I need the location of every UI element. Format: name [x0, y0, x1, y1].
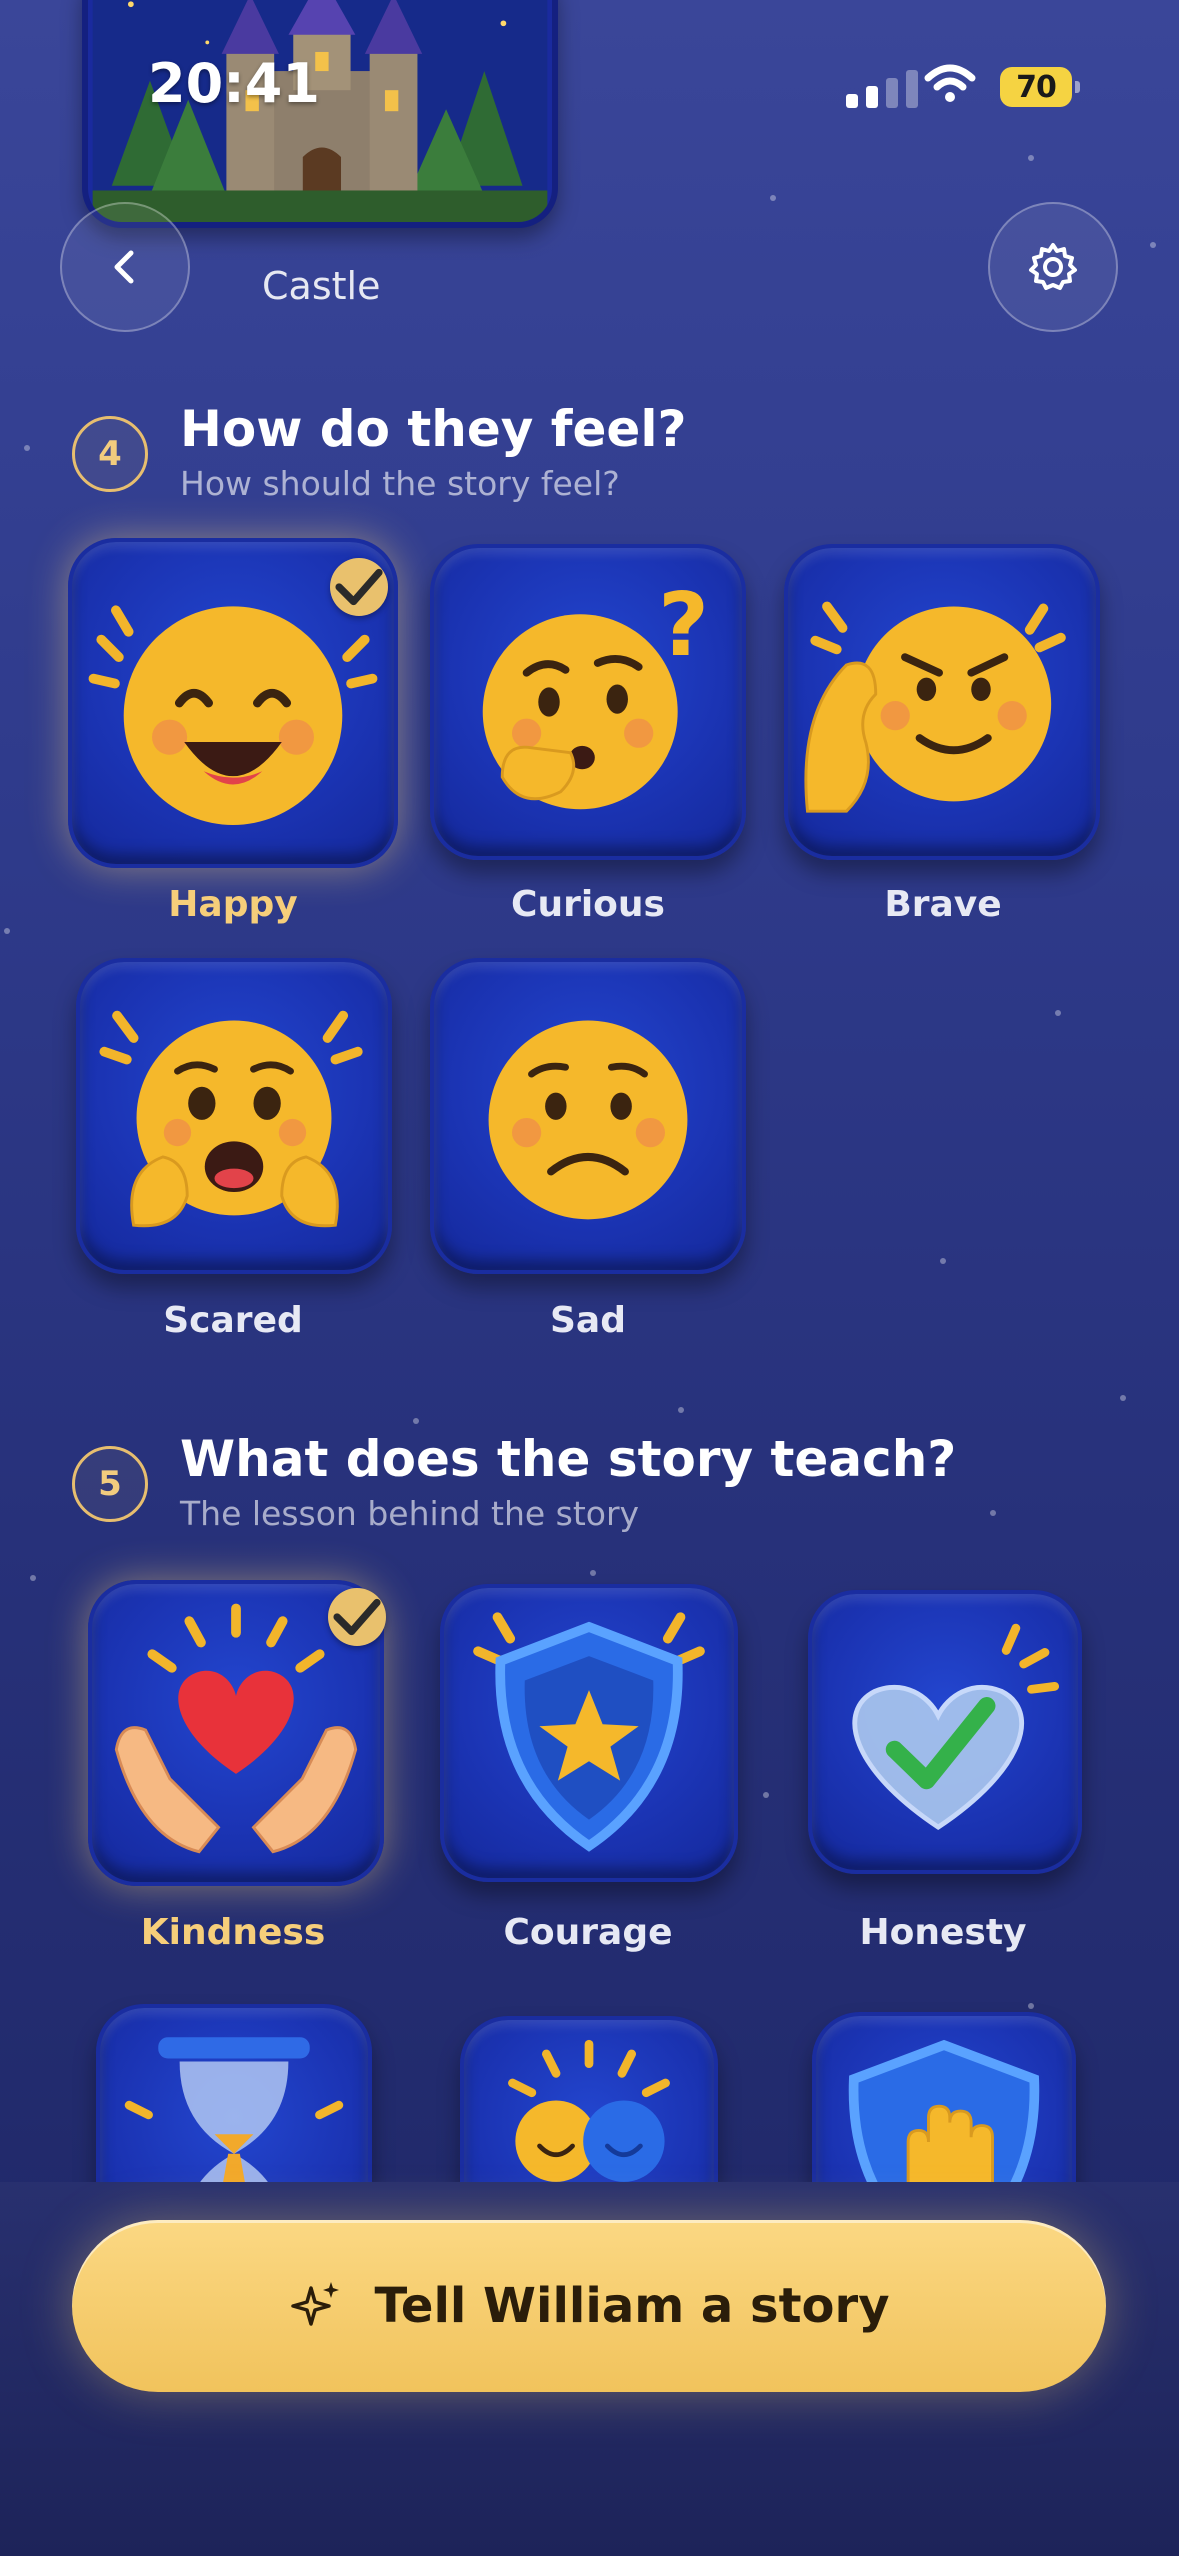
- star-decoration: [763, 1792, 769, 1798]
- feel-label-sad: Sad: [550, 1300, 626, 1341]
- section-subtitle-feel: How should the story feel?: [180, 464, 620, 503]
- feel-option-happy[interactable]: [68, 538, 398, 868]
- tell-story-button[interactable]: Tell William a story: [72, 2220, 1106, 2392]
- brave-face-icon: [804, 601, 1066, 813]
- star-decoration: [4, 928, 10, 934]
- gear-icon: [1029, 243, 1077, 290]
- star-decoration: [1028, 155, 1034, 161]
- wifi-icon: [924, 64, 976, 108]
- status-time: 20:41: [148, 52, 320, 115]
- section-title-lesson: What does the story teach?: [180, 1430, 957, 1488]
- star-decoration: [770, 195, 776, 201]
- check-heart-icon: [852, 1623, 1060, 1831]
- settings-button[interactable]: [988, 202, 1118, 332]
- curious-face-icon: ?: [482, 574, 709, 810]
- svg-text:?: ?: [658, 574, 709, 676]
- lesson-label-honesty: Honesty: [859, 1912, 1027, 1953]
- step-badge-5: 5: [72, 1446, 148, 1522]
- star-decoration: [590, 1570, 596, 1576]
- tell-story-label: Tell William a story: [374, 2278, 890, 2334]
- scared-face-icon: [99, 1010, 363, 1228]
- battery-indicator: 70: [1000, 67, 1080, 107]
- star-decoration: [1028, 2003, 1034, 2009]
- star-decoration: [678, 1407, 684, 1413]
- lesson-label-courage: Courage: [503, 1912, 673, 1953]
- castle-label: Castle: [262, 264, 381, 308]
- star-decoration: [940, 1258, 946, 1264]
- feel-label-happy: Happy: [168, 884, 298, 925]
- star-decoration: [1055, 1010, 1061, 1016]
- battery-level: 70: [1016, 69, 1057, 105]
- back-button[interactable]: [60, 202, 190, 332]
- sparkles-icon: [290, 2282, 339, 2326]
- sad-face-icon: [488, 1020, 688, 1220]
- star-decoration: [24, 445, 30, 451]
- feel-option-brave[interactable]: [784, 544, 1100, 860]
- cellular-signal-icon: [846, 70, 918, 108]
- section-subtitle-lesson: The lesson behind the story: [180, 1494, 640, 1533]
- selected-check-icon: [328, 1588, 386, 1646]
- feel-label-scared: Scared: [163, 1300, 303, 1341]
- feel-option-sad[interactable]: [430, 958, 746, 1274]
- section-title-feel: How do they feel?: [180, 400, 687, 458]
- star-decoration: [30, 1575, 36, 1581]
- lesson-label-kindness: Kindness: [140, 1912, 326, 1953]
- star-decoration: [413, 1418, 419, 1424]
- step-badge-4: 4: [72, 416, 148, 492]
- selected-check-icon: [330, 558, 388, 616]
- lesson-option-honesty[interactable]: [808, 1590, 1082, 1874]
- feel-option-scared[interactable]: [76, 958, 392, 1274]
- lesson-option-kindness[interactable]: [88, 1580, 386, 1886]
- lesson-option-courage[interactable]: [440, 1584, 738, 1882]
- feel-label-brave: Brave: [884, 884, 1002, 925]
- feel-option-curious[interactable]: ?: [430, 544, 746, 860]
- star-decoration: [1150, 242, 1156, 248]
- star-decoration: [1120, 1395, 1126, 1401]
- feel-label-curious: Curious: [511, 884, 665, 925]
- star-decoration: [990, 1510, 996, 1516]
- chevron-left-icon: [114, 250, 134, 284]
- star-shield-icon: [473, 1612, 705, 1852]
